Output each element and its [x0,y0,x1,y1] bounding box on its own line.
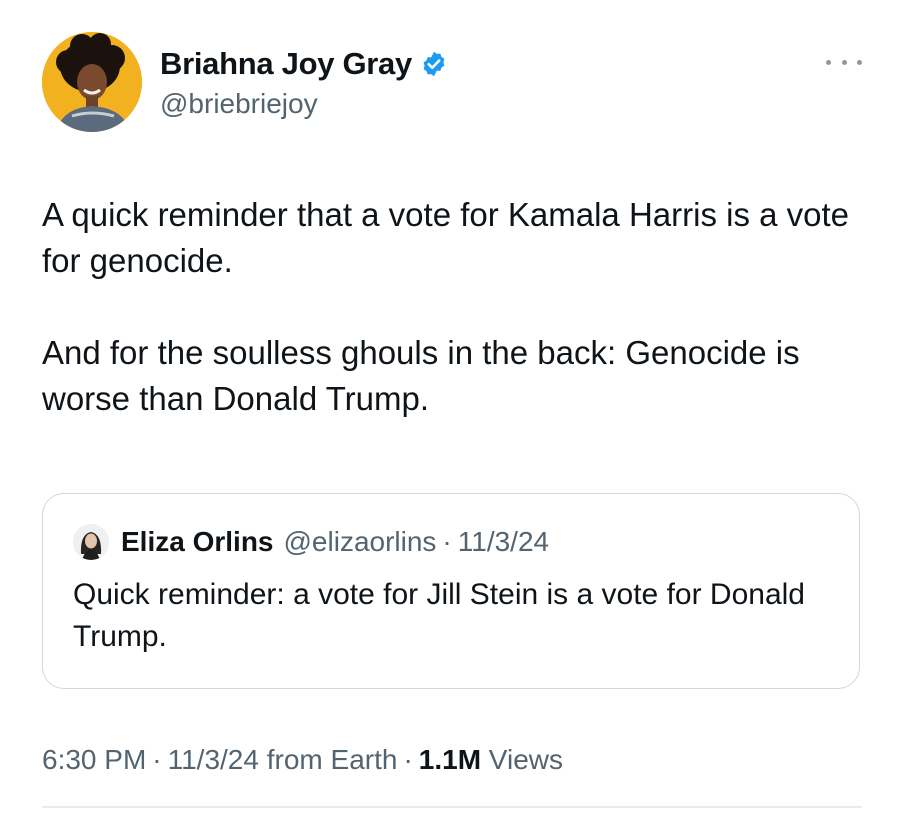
quoted-tweet-card[interactable]: Eliza Orlins @elizaorlins · 11/3/24 Quic… [42,493,860,689]
tweet-paragraph: And for the soulless ghouls in the back:… [42,334,800,417]
tweet-metadata: 6:30 PM · 11/3/24 from Earth · 1.1M Views [42,744,563,776]
author-avatar[interactable] [42,32,142,132]
tweet-source: from Earth [266,744,398,775]
author-handle[interactable]: @briebriejoy [160,88,318,120]
quoted-tweet-header: Eliza Orlins @elizaorlins · 11/3/24 [73,524,549,560]
tweet-time[interactable]: 6:30 PM [42,744,146,775]
verified-badge-icon[interactable] [420,50,448,78]
author-name[interactable]: Briahna Joy Gray [160,46,412,82]
separator-dot: · [403,744,413,775]
quoted-author-name: Eliza Orlins [121,526,274,557]
tweet-date[interactable]: 11/3/24 [168,744,259,775]
quoted-author-handle: @elizaorlins [283,526,437,557]
views-label: Views [488,744,563,775]
quoted-author-avatar [73,524,109,560]
tweet-text: A quick reminder that a vote for Kamala … [42,192,872,422]
quoted-tweet-date: 11/3/24 [457,526,550,557]
separator-dot: · [152,744,162,775]
author-name-row: Briahna Joy Gray [160,44,448,84]
tweet-paragraph: A quick reminder that a vote for Kamala … [42,196,850,279]
views-count[interactable]: 1.1M [419,744,481,775]
tweet: Briahna Joy Gray @briebriejoy A quick re… [0,0,900,836]
more-options-icon[interactable] [826,52,862,72]
divider [42,806,862,808]
quoted-tweet-text: Quick reminder: a vote for Jill Stein is… [73,578,805,653]
separator-dot: · [442,526,452,557]
